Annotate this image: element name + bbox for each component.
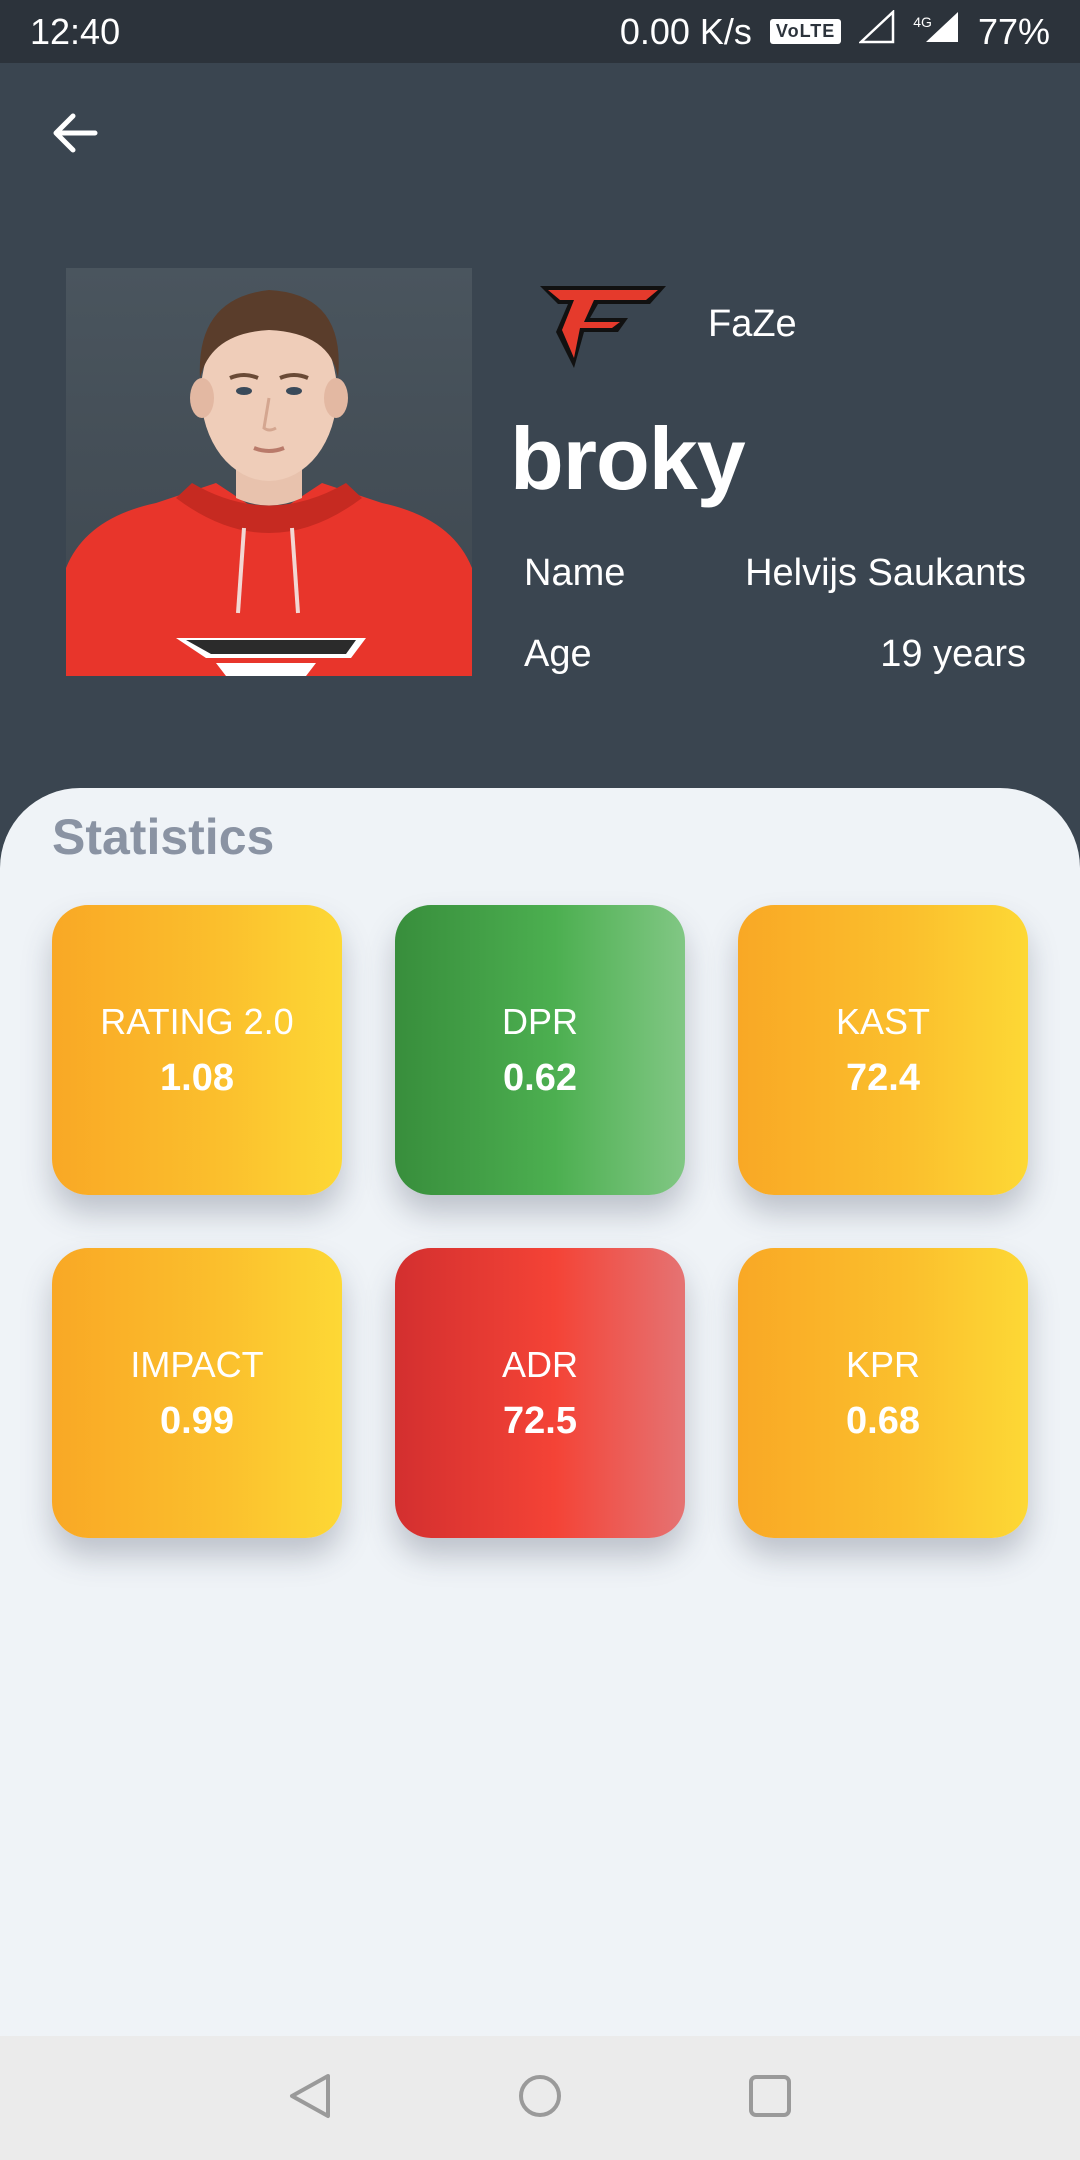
stat-label: DPR	[501, 1000, 578, 1042]
battery-level: 77%	[977, 10, 1050, 52]
stat-card-impact[interactable]: IMPACT 0.99	[52, 1248, 342, 1538]
nav-back-button[interactable]	[280, 2068, 340, 2128]
age-value: 19 years	[880, 633, 1026, 675]
arrow-left-icon	[51, 111, 99, 160]
player-nickname: broky	[510, 409, 746, 508]
signal-4g-group: 4G	[913, 10, 960, 53]
stat-card-adr[interactable]: ADR 72.5	[395, 1248, 685, 1538]
stat-value: 0.62	[503, 1056, 577, 1099]
square-recents-icon	[748, 2074, 792, 2123]
stat-value: 0.99	[160, 1399, 234, 1442]
stat-label: IMPACT	[130, 1343, 264, 1385]
player-profile-screen: 12:40 0.00 K/s VoLTE 4G 77% FaZe broky N…	[0, 0, 1080, 2160]
stat-card-dpr[interactable]: DPR 0.62	[395, 905, 685, 1195]
team-name: FaZe	[708, 303, 797, 345]
back-button[interactable]	[40, 105, 110, 165]
status-bar: 12:40 0.00 K/s VoLTE 4G 77%	[0, 0, 1080, 63]
team-logo	[538, 282, 668, 372]
info-row-age: Age 19 years	[524, 633, 1026, 676]
status-right-group: 0.00 K/s VoLTE 4G 77%	[619, 9, 1050, 53]
status-time: 12:40	[30, 10, 121, 52]
stat-value: 72.4	[846, 1056, 920, 1099]
stat-value: 0.68	[846, 1399, 920, 1442]
stat-label: RATING 2.0	[100, 1000, 294, 1042]
name-value: Helvijs Saukants	[745, 552, 1026, 594]
system-nav-bar	[0, 2036, 1080, 2160]
stat-card-kpr[interactable]: KPR 0.68	[738, 1248, 1028, 1538]
volte-badge: VoLTE	[769, 19, 842, 44]
signal-outline-icon	[858, 9, 895, 53]
age-label: Age	[524, 633, 592, 675]
triangle-back-icon	[288, 2072, 332, 2125]
stat-card-kast[interactable]: KAST 72.4	[738, 905, 1028, 1195]
name-label: Name	[524, 552, 626, 594]
network-type: 4G	[913, 13, 932, 30]
statistics-title: Statistics	[52, 809, 275, 865]
stat-label: KAST	[835, 1000, 931, 1042]
stat-label: KPR	[845, 1343, 921, 1385]
network-speed: 0.00 K/s	[619, 10, 752, 52]
info-row-name: Name Helvijs Saukants	[524, 552, 1026, 595]
stat-card-rating[interactable]: RATING 2.0 1.08	[52, 905, 342, 1195]
stat-label: ADR	[501, 1343, 578, 1385]
nav-recents-button[interactable]	[740, 2068, 800, 2128]
player-photo	[66, 268, 472, 676]
nav-home-button[interactable]	[510, 2068, 570, 2128]
stat-value: 72.5	[503, 1399, 577, 1442]
circle-home-icon	[516, 2072, 564, 2125]
stat-value: 1.08	[160, 1056, 234, 1099]
